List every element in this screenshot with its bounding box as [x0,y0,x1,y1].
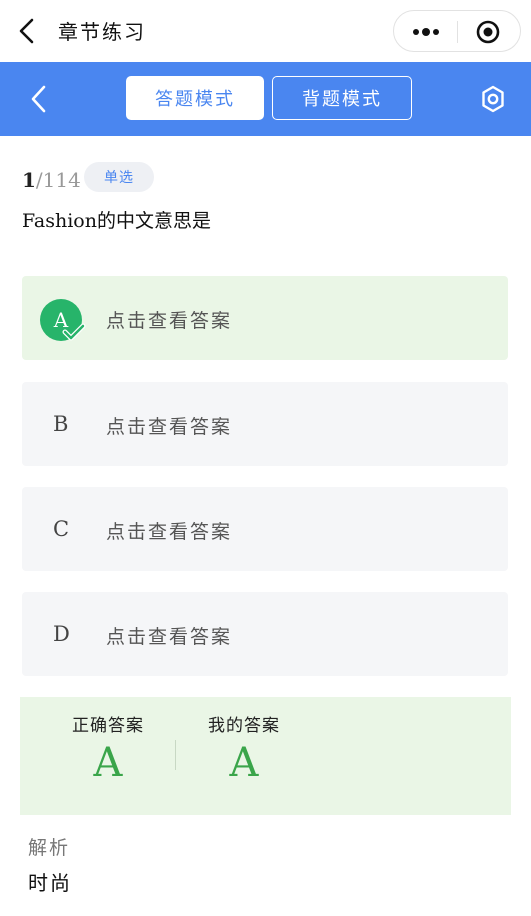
option-text: 点击查看答案 [106,416,233,438]
analysis-text: 时尚 [28,871,72,895]
option-letter: B [53,412,69,436]
option-d[interactable]: D 点击查看答案 [22,592,508,676]
question-current: 1 [22,168,36,192]
tab-memorize-mode[interactable]: 背题模式 [272,76,412,120]
answer-divider [175,740,176,770]
check-icon [62,323,86,341]
page-title: 章节练习 [58,20,146,44]
question-text: Fashion的中文意思是 [22,210,211,232]
mode-header: 答题模式 背题模式 [0,62,531,136]
my-answer-value: A [229,740,259,786]
question-type-badge: 单选 [84,162,154,192]
option-c[interactable]: C 点击查看答案 [22,487,508,571]
option-b[interactable]: B 点击查看答案 [22,382,508,466]
question-total: /114 [35,168,81,192]
option-letter: C [53,517,70,541]
gear-icon[interactable] [478,84,508,114]
target-icon[interactable] [476,20,500,44]
my-answer-label: 我的答案 [208,716,280,736]
back-icon[interactable] [28,84,50,114]
option-text: 点击查看答案 [106,521,233,543]
capsule-divider [457,21,458,43]
question-counter: 1/114 [22,168,81,192]
correct-answer: 正确答案 A [48,711,168,786]
menu-capsule [393,10,521,52]
back-icon[interactable] [16,18,38,44]
my-answer: 我的答案 A [184,711,304,786]
title-bar: 章节练习 [0,0,531,62]
answer-panel: 正确答案 A 我的答案 A [20,697,511,815]
tab-answer-mode[interactable]: 答题模式 [126,76,264,120]
option-text: 点击查看答案 [106,310,233,332]
option-text: 点击查看答案 [106,626,233,648]
more-icon[interactable] [406,21,446,43]
analysis-label: 解析 [28,837,71,859]
option-a[interactable]: A 点击查看答案 [22,276,508,360]
option-letter: D [53,622,70,646]
correct-answer-label: 正确答案 [72,716,144,736]
correct-answer-value: A [93,740,123,786]
